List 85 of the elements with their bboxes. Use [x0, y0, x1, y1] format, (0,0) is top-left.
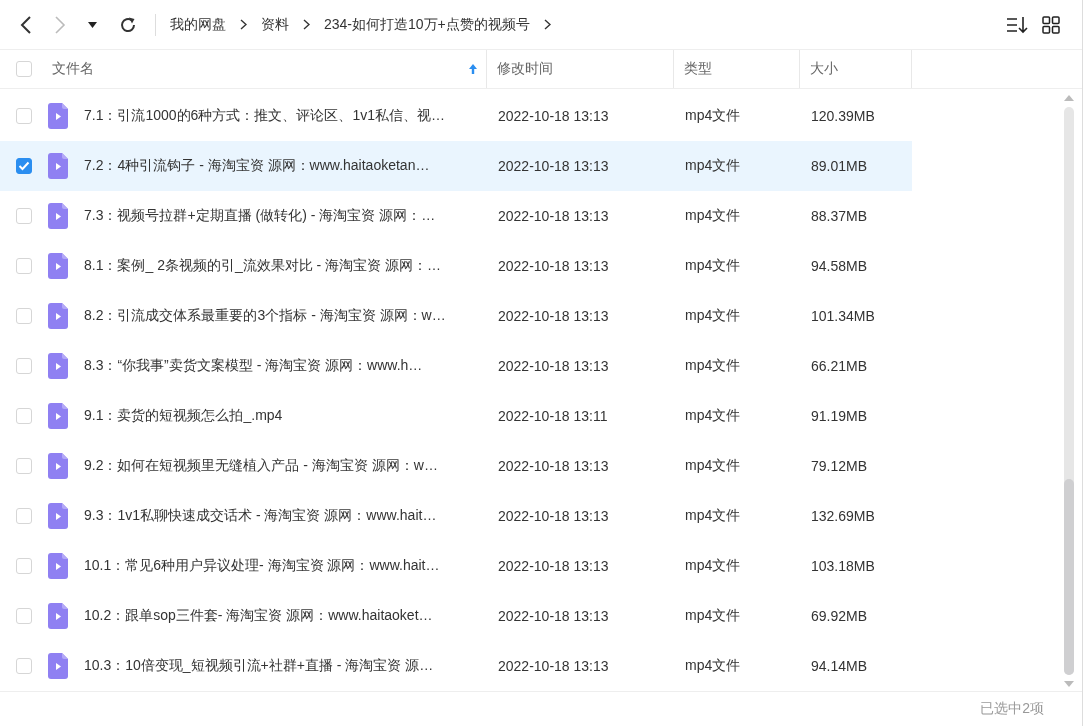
- file-name[interactable]: 10.1：常见6种用户异议处理- 海淘宝资 源网：www.hait…: [84, 557, 440, 575]
- file-size: 79.12MB: [811, 458, 868, 474]
- file-name[interactable]: 9.3：1v1私聊快速成交话术 - 海淘宝资 源网：www.hait…: [84, 507, 437, 525]
- selected-row-highlight[interactable]: 7.2：4种引流钩子 - 海淘宝资 源网：www.haitaoketan… 2022-10-18 13:13 mp4文件 89.01MB: [0, 141, 912, 191]
- scroll-down-icon[interactable]: [1064, 681, 1074, 687]
- chevron-icon: [543, 19, 551, 30]
- modified-time: 2022-10-18 13:13: [498, 258, 609, 274]
- video-file-icon: [48, 503, 68, 529]
- modified-time: 2022-10-18 13:13: [498, 208, 609, 224]
- file-size: 132.69MB: [811, 508, 875, 524]
- column-header[interactable]: 修改时间: [497, 60, 553, 78]
- video-file-icon: [48, 303, 68, 329]
- video-file-icon: [48, 203, 68, 229]
- scroll-up-icon[interactable]: [1064, 95, 1074, 101]
- modified-time: 2022-10-18 13:13: [498, 458, 609, 474]
- sort-arrow-icon: [468, 63, 478, 75]
- video-file-icon: [48, 353, 68, 379]
- file-size: 89.01MB: [811, 158, 868, 174]
- modified-time: 2022-10-18 13:13: [498, 358, 609, 374]
- modified-time: 2022-10-18 13:13: [498, 558, 609, 574]
- file-size: 94.58MB: [811, 258, 868, 274]
- file-type: mp4文件: [685, 157, 741, 175]
- file-type: mp4文件: [685, 207, 741, 225]
- file-size: 91.19MB: [811, 408, 868, 424]
- file-type: mp4文件: [685, 507, 741, 525]
- file-type: mp4文件: [685, 607, 741, 625]
- back-icon[interactable]: [20, 15, 32, 34]
- scrollbar-thumb[interactable]: [1064, 479, 1074, 675]
- sort-icon[interactable]: [1006, 15, 1028, 34]
- file-name[interactable]: 7.2：4种引流钩子 - 海淘宝资 源网：www.haitaoketan…: [84, 157, 430, 175]
- file-size: 103.18MB: [811, 558, 875, 574]
- file-size: 94.14MB: [811, 658, 868, 674]
- file-name[interactable]: 8.3：“你我事”卖货文案模型 - 海淘宝资 源网：www.h…: [84, 357, 423, 375]
- file-size: 88.37MB: [811, 208, 868, 224]
- dropdown-icon[interactable]: [88, 21, 97, 28]
- row-checkbox[interactable]: [16, 158, 32, 174]
- file-name[interactable]: 7.1：引流1000的6种方式：推文、评论区、1v1私信、视…: [84, 107, 445, 125]
- file-name[interactable]: 10.3：10倍变现_短视频引流+社群+直播 - 海淘宝资 源…: [84, 657, 434, 675]
- file-size: 66.21MB: [811, 358, 868, 374]
- file-type: mp4文件: [685, 307, 741, 325]
- modified-time: 2022-10-18 13:13: [498, 158, 609, 174]
- forward-icon[interactable]: [54, 15, 66, 34]
- video-file-icon: [48, 453, 68, 479]
- file-type: mp4文件: [685, 457, 741, 475]
- file-size: 120.39MB: [811, 108, 875, 124]
- file-type: mp4文件: [685, 107, 741, 125]
- chevron-icon: [303, 19, 310, 30]
- video-file-icon: [48, 653, 68, 679]
- file-type: mp4文件: [685, 257, 741, 275]
- refresh-icon[interactable]: [119, 15, 137, 34]
- select-all-checkbox[interactable]: [16, 61, 32, 77]
- selection-count: 已选中2项: [980, 700, 1044, 718]
- modified-time: 2022-10-18 13:11: [498, 408, 608, 424]
- file-name[interactable]: 10.2：跟单sop三件套- 海淘宝资 源网：www.haitaoket…: [84, 607, 433, 625]
- video-file-icon: [48, 403, 68, 429]
- file-type: mp4文件: [685, 557, 741, 575]
- modified-time: 2022-10-18 13:13: [498, 508, 609, 524]
- scrollbar-track[interactable]: [1064, 107, 1074, 675]
- modified-time: 2022-10-18 13:13: [498, 308, 609, 324]
- grid-view-icon[interactable]: [1042, 15, 1060, 34]
- file-type: mp4文件: [685, 357, 741, 375]
- column-header[interactable]: 类型: [684, 60, 712, 78]
- modified-time: 2022-10-18 13:13: [498, 608, 609, 624]
- video-file-icon: [48, 553, 68, 579]
- video-file-icon: [48, 153, 68, 179]
- breadcrumb-item[interactable]: 234-如何打造10万+点赞的视频号: [324, 15, 530, 34]
- video-file-icon: [48, 253, 68, 279]
- video-file-icon: [48, 103, 68, 129]
- file-name[interactable]: 9.2：如何在短视频里无缝植入产品 - 海淘宝资 源网：w…: [84, 457, 438, 475]
- file-name[interactable]: 8.1：案例_ 2条视频的引_流效果对比 - 海淘宝资 源网：…: [84, 257, 442, 275]
- file-type: mp4文件: [685, 657, 741, 675]
- chevron-icon: [240, 19, 247, 30]
- breadcrumb-item[interactable]: 我的网盘: [170, 15, 226, 34]
- file-name[interactable]: 8.2：引流成交体系最重要的3个指标 - 海淘宝资 源网：w…: [84, 307, 446, 325]
- column-header[interactable]: 大小: [810, 60, 838, 78]
- file-name[interactable]: 9.1：卖货的短视频怎么拍_.mp4: [84, 407, 283, 425]
- modified-time: 2022-10-18 13:13: [498, 658, 609, 674]
- breadcrumb-item[interactable]: 资料: [261, 15, 289, 34]
- file-size: 69.92MB: [811, 608, 868, 624]
- modified-time: 2022-10-18 13:13: [498, 108, 609, 124]
- file-size: 101.34MB: [811, 308, 875, 324]
- column-header[interactable]: 文件名: [52, 60, 468, 78]
- file-type: mp4文件: [685, 407, 741, 425]
- file-name[interactable]: 7.3：视频号拉群+定期直播 (做转化) - 海淘宝资 源网：…: [84, 207, 436, 225]
- video-file-icon: [48, 603, 68, 629]
